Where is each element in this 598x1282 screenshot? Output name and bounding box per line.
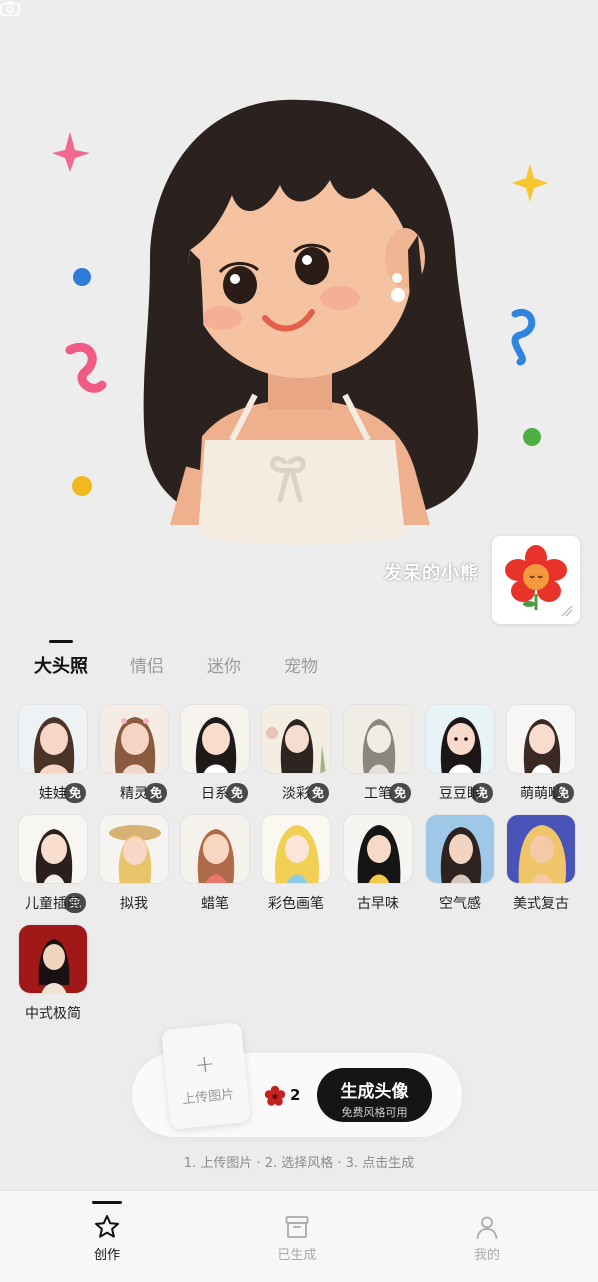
sticker-button[interactable] [492, 536, 580, 624]
style-item[interactable]: 彩色画笔 [260, 814, 332, 916]
style-item[interactable]: 免 豆豆眼 [424, 704, 496, 806]
style-thumbnail [261, 814, 331, 884]
plus-icon: + [193, 1049, 217, 1080]
style-item[interactable]: 免 儿童插画 [17, 814, 89, 916]
style-item[interactable]: 免 娃娃 [17, 704, 89, 806]
tab-mini[interactable]: 迷你 [207, 652, 241, 677]
nav-item-profile[interactable]: 我的 [431, 1191, 541, 1271]
upload-image-button[interactable]: + 上传图片 [160, 1022, 252, 1130]
generate-avatar-button[interactable]: 生成头像 免费风格可用 [317, 1068, 432, 1122]
style-thumbnail [180, 814, 250, 884]
style-item[interactable]: 空气感 [424, 814, 496, 916]
style-thumbnail [506, 814, 576, 884]
person-icon [476, 1216, 498, 1239]
nav-label: 已生成 [277, 1248, 317, 1263]
style-label: 儿童插画 [25, 896, 81, 912]
style-item[interactable]: 古早味 [342, 814, 414, 916]
style-thumbnail [18, 704, 88, 774]
style-thumbnail [18, 814, 88, 884]
style-thumbnail [425, 704, 495, 774]
nav-item-create[interactable]: 创作 [51, 1191, 161, 1271]
bottom-nav: 创作 已生成 我的 [0, 1190, 598, 1282]
tab-pet[interactable]: 宠物 [284, 652, 318, 677]
style-thumbnail [180, 704, 250, 774]
style-thumbnail [425, 814, 495, 884]
archive-box-icon [285, 1216, 309, 1238]
style-item[interactable]: 美式复古 [505, 814, 577, 916]
upload-label: 上传图片 [181, 1087, 235, 1108]
style-item[interactable]: 免 淡彩 [260, 704, 332, 806]
style-label: 拟我 [120, 896, 148, 912]
style-label: 古早味 [357, 896, 399, 912]
active-nav-indicator [92, 1201, 122, 1204]
style-label: 中式极简 [25, 1006, 81, 1022]
nav-item-generated[interactable]: 已生成 [241, 1191, 351, 1271]
style-item[interactable]: 蜡笔 [179, 814, 251, 916]
generate-button-title: 生成头像 [340, 1082, 409, 1102]
style-item[interactable]: 免 萌萌哒 [505, 704, 577, 806]
style-label: 娃娃 [39, 786, 67, 802]
tab-couple[interactable]: 情侣 [130, 652, 164, 677]
style-thumbnail [261, 704, 331, 774]
style-thumbnail [343, 814, 413, 884]
style-label: 精灵 [120, 786, 148, 802]
tab-big-head[interactable]: 大头照 [34, 652, 88, 678]
style-thumbnail [506, 704, 576, 774]
style-label: 豆豆眼 [439, 786, 481, 802]
style-item[interactable]: 免 精灵 [98, 704, 170, 806]
style-thumbnail [18, 924, 88, 994]
star-icon [95, 1215, 119, 1238]
category-tabs: 大头照 情侣 迷你 宠物 [0, 640, 598, 684]
steps-hint: 1. 上传图片 · 2. 选择风格 · 3. 点击生成 [183, 1156, 415, 1171]
style-label: 淡彩 [282, 786, 310, 802]
active-tab-indicator [49, 640, 73, 643]
style-label: 空气感 [439, 896, 481, 912]
credit-count: 2 [290, 1086, 301, 1104]
generate-button-subtitle: 免费风格可用 [341, 1106, 408, 1119]
hero-preview: 发呆的小熊 [0, 0, 598, 630]
style-item[interactable]: 免 工笔 [342, 704, 414, 806]
style-label: 彩色画笔 [268, 896, 324, 912]
style-thumbnail [99, 704, 169, 774]
style-thumbnail [99, 814, 169, 884]
style-label: 日系 [201, 786, 229, 802]
nav-label: 创作 [93, 1248, 120, 1263]
style-signature-text: 发呆的小熊 [384, 563, 479, 584]
style-item[interactable]: 拟我 [98, 814, 170, 916]
style-label: 美式复古 [513, 896, 569, 912]
nav-label: 我的 [473, 1248, 500, 1263]
style-item[interactable]: 中式极简 [17, 924, 89, 1026]
flower-sticker-icon [505, 545, 573, 617]
style-label: 蜡笔 [201, 896, 229, 912]
style-thumbnail [343, 704, 413, 774]
style-label: 工笔 [364, 786, 392, 802]
flower-credit-icon [264, 1085, 286, 1106]
camera-icon[interactable] [0, 0, 20, 16]
style-label: 萌萌哒 [520, 786, 562, 802]
style-item[interactable]: 免 日系 [179, 704, 251, 806]
